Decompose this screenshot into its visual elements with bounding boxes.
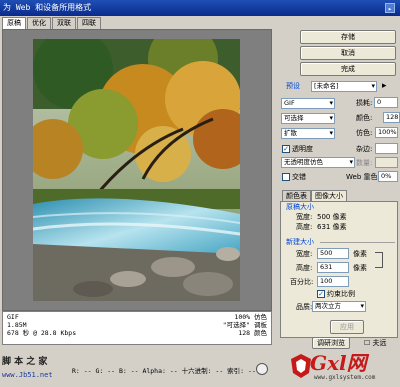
panel-menu-icon[interactable]: ▸ (385, 3, 395, 13)
apply-button[interactable]: 应用 (330, 320, 364, 334)
tab-image-size[interactable]: 图像大小 (311, 190, 347, 201)
watermark-left-title: 脚 本 之 家 (2, 357, 48, 367)
preset-menu-icon[interactable]: ▸ (382, 81, 387, 91)
constrain-proportions-label: 约束比例 (327, 290, 355, 298)
logo-text: Gxl网 (310, 351, 367, 375)
orig-height-label: 高度: (296, 223, 313, 231)
watermark-left-url: www.Jb51.net (2, 371, 53, 379)
quality-label: 品质: (296, 303, 313, 311)
panel-tabs: 颜色表 图像大小 (282, 190, 347, 201)
new-size-divider (320, 242, 395, 243)
tab-4up[interactable]: 四联 (77, 17, 101, 29)
watermark-logo: Gxl网 www.gxlsystem.com (288, 347, 400, 387)
interlaced-label: 交错 (292, 173, 306, 181)
cancel-button[interactable]: 取消 (300, 46, 396, 60)
window-title: 为 Web 和设备所用格式 (3, 3, 92, 12)
colors-label: 颜色: (356, 114, 373, 122)
interlaced-checkbox[interactable] (282, 173, 290, 181)
preset-select[interactable]: [未命名] (311, 81, 377, 92)
orig-height-value: 631 像素 (317, 223, 347, 231)
original-size-title: 原稿大小 (286, 203, 314, 211)
percent-label: 百分比: (290, 278, 314, 286)
lossy-label: 损耗: (356, 99, 373, 107)
preview-image (33, 39, 240, 301)
save-button[interactable]: 存储 (300, 30, 396, 44)
percent-input[interactable]: 100 (317, 276, 349, 287)
colors-input[interactable]: 128 (383, 112, 400, 123)
matte-label: 杂边: (356, 145, 373, 153)
link-proportion-icon (375, 252, 383, 268)
done-button[interactable]: 完成 (300, 62, 396, 76)
browser-icon[interactable] (256, 363, 268, 375)
info-colors: 128 颜色 (238, 329, 267, 337)
window-title-bar: 为 Web 和设备所用格式 ▸ (0, 0, 400, 16)
logo-url: www.gxlsystem.com (314, 374, 376, 381)
transparency-label: 透明度 (292, 145, 313, 153)
orig-width-label: 宽度: (296, 213, 313, 221)
transparency-dither-select[interactable]: 无透明度仿色 (281, 157, 355, 168)
amount-label: 数量: (356, 159, 373, 167)
info-format: GIF (7, 313, 19, 321)
matte-select[interactable] (375, 143, 398, 154)
reduction-select[interactable]: 可选择 (281, 113, 335, 124)
lossy-input[interactable]: 0 (374, 97, 398, 108)
info-palette: "可选择" 调板 (222, 321, 267, 329)
preset-label: 预设 (286, 82, 300, 90)
web-snap-label: Web 靠色: (346, 173, 380, 181)
color-readout-status: R: -- G: -- B: -- Alpha: -- 十六进制: -- 索引:… (72, 367, 256, 375)
orig-width-value: 500 像素 (317, 213, 347, 221)
new-size-title: 新建大小 (286, 238, 314, 246)
info-quality: 100% 仿色 (234, 313, 267, 321)
new-height-label: 高度: (296, 264, 313, 272)
tab-2up[interactable]: 双联 (52, 17, 76, 29)
new-height-unit: 像素 (353, 264, 367, 272)
tab-original[interactable]: 原稿 (2, 17, 26, 29)
amount-input[interactable] (375, 157, 398, 168)
new-width-input[interactable]: 500 (317, 248, 349, 259)
transparency-checkbox[interactable]: ✓ (282, 145, 290, 153)
dither-select[interactable]: 扩散 (281, 128, 335, 139)
web-snap-input[interactable]: 0% (378, 171, 398, 182)
logo-shield-icon (291, 354, 311, 378)
info-download-time: 678 秒 @ 28.8 Kbps (7, 329, 77, 337)
new-width-label: 宽度: (296, 250, 313, 258)
dither-amount-label: 仿色: (356, 129, 373, 137)
dither-amount-input[interactable]: 100% (375, 127, 398, 138)
new-width-unit: 像素 (353, 250, 367, 258)
constrain-proportions-checkbox[interactable]: ✓ (317, 290, 325, 298)
image-info-panel: GIF 1.85M 678 秒 @ 28.8 Kbps 100% 仿色 "可选择… (2, 311, 272, 345)
format-select[interactable]: GIF (281, 98, 335, 109)
new-height-input[interactable]: 631 (317, 262, 349, 273)
quality-select[interactable]: 两次立方 (312, 301, 366, 312)
tab-color-table[interactable]: 颜色表 (282, 190, 311, 201)
view-tabs: 原稿 优化 双联 四联 (2, 17, 102, 29)
tab-optimized[interactable]: 优化 (27, 17, 51, 29)
